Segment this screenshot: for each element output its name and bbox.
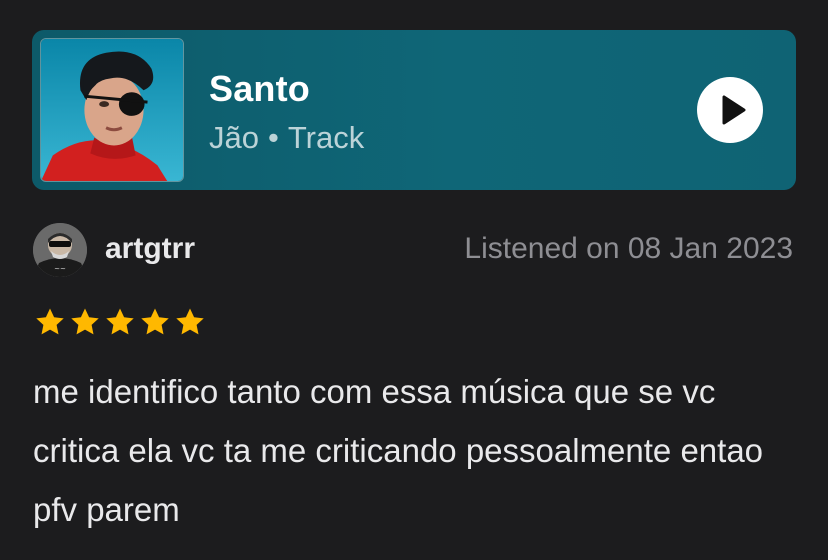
star-icon	[174, 306, 206, 338]
svg-text:~~: ~~	[54, 265, 66, 273]
play-icon	[722, 95, 746, 125]
track-meta: Jão • Track	[209, 120, 364, 156]
user-avatar-image: ~~	[33, 223, 87, 277]
meta-separator: •	[267, 120, 279, 155]
star-rating	[34, 306, 206, 344]
review-text: me identifico tanto com essa música que …	[33, 373, 764, 528]
item-type: Track	[287, 120, 365, 155]
star-icon	[34, 306, 66, 338]
star-icon	[104, 306, 136, 338]
review-page: Santo Jão • Track ~~ artgtrr Listened on 0…	[0, 0, 828, 560]
star-icon	[69, 306, 101, 338]
play-button[interactable]	[697, 77, 763, 143]
track-card[interactable]: Santo Jão • Track	[32, 30, 796, 190]
star-icon	[139, 306, 171, 338]
listened-date: Listened on 08 Jan 2023	[464, 232, 793, 265]
album-cover	[40, 38, 184, 182]
artist-name[interactable]: Jão	[209, 120, 259, 155]
username[interactable]: artgtrr	[105, 232, 195, 266]
avatar[interactable]: ~~	[33, 223, 87, 277]
track-title[interactable]: Santo	[209, 68, 310, 110]
album-cover-image	[41, 39, 183, 181]
